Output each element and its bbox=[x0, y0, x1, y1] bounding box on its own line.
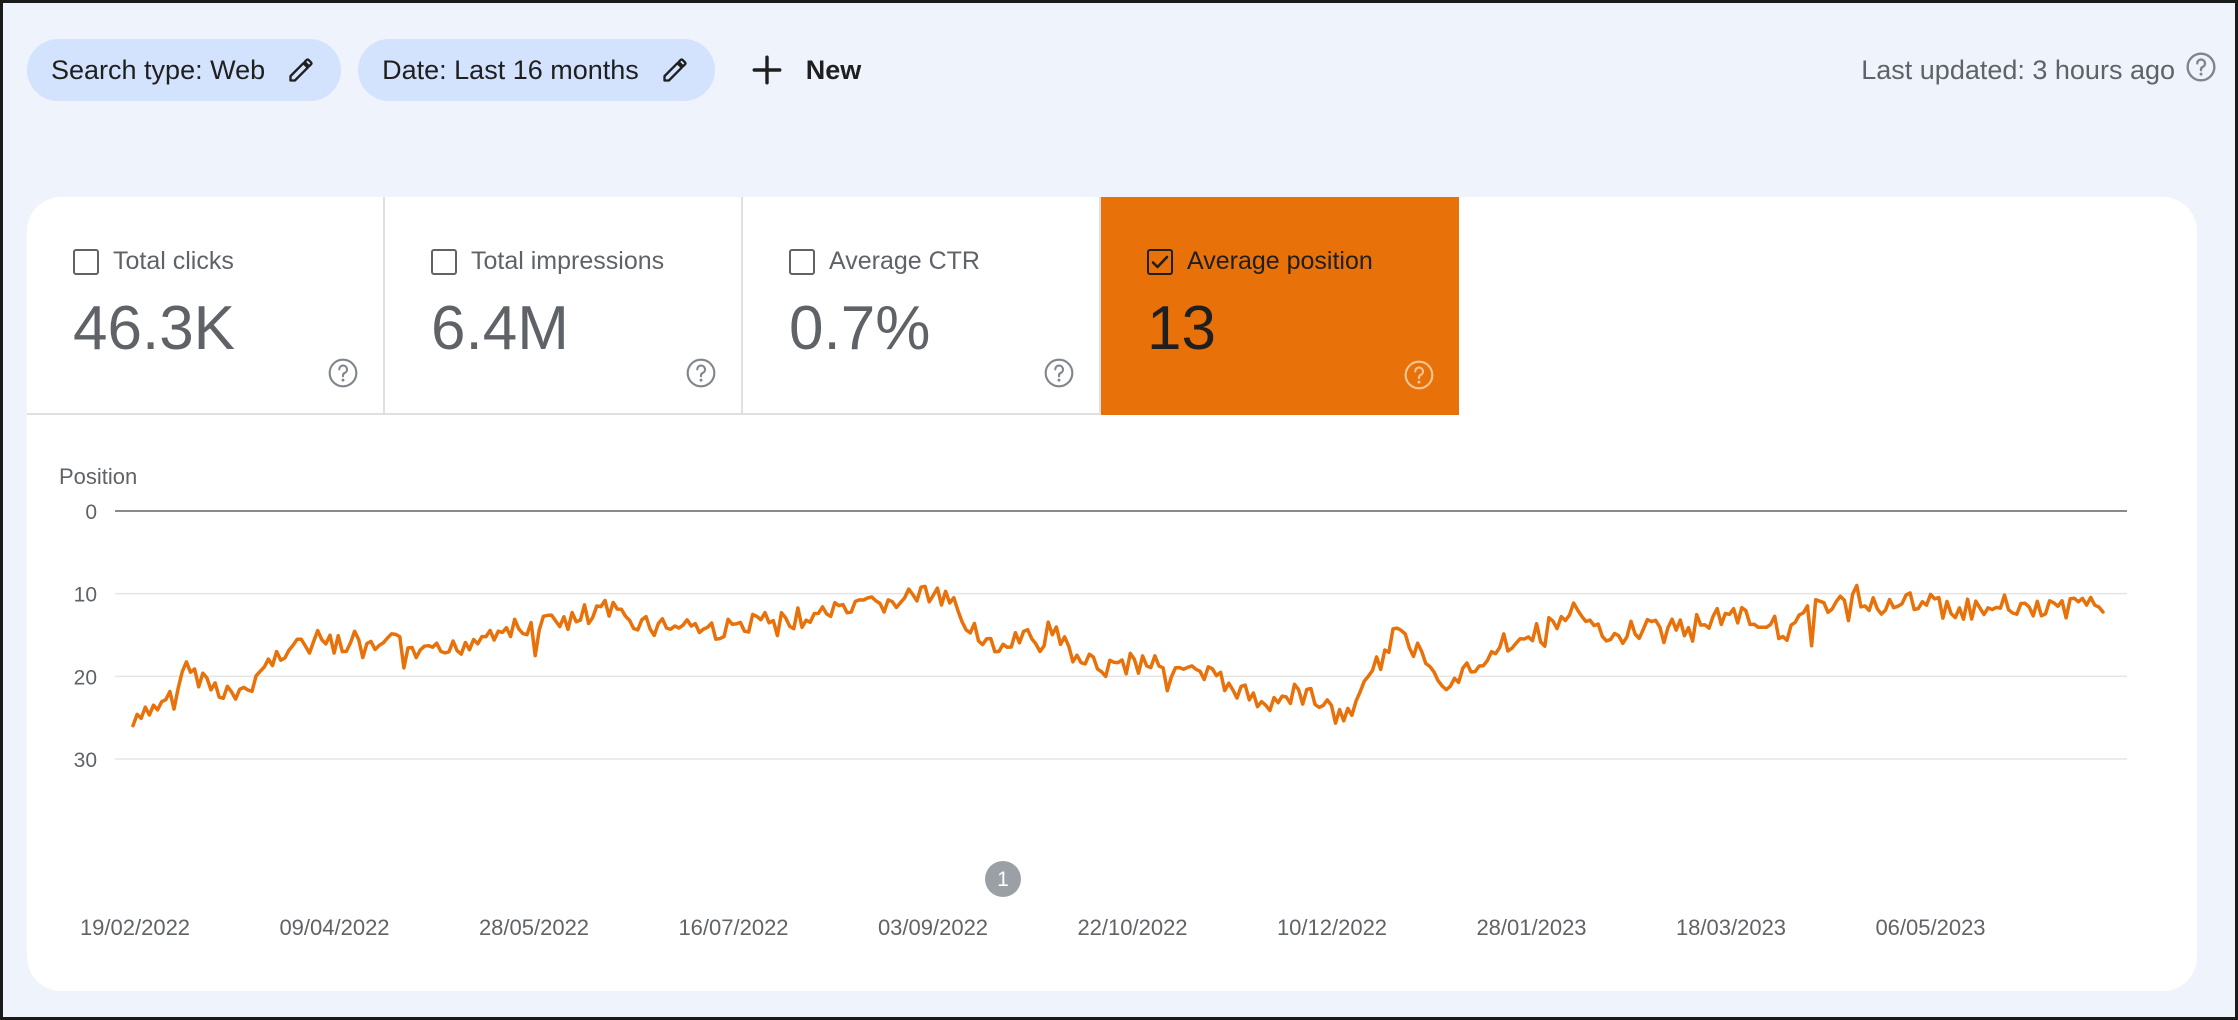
y-tick-label: 20 bbox=[74, 666, 97, 689]
x-tick-label: 22/10/2022 bbox=[1077, 915, 1187, 940]
chart-grid bbox=[115, 510, 2127, 760]
y-tick-label: 0 bbox=[85, 501, 97, 524]
date-range-chip[interactable]: Date: Last 16 months bbox=[358, 39, 715, 101]
x-tick-label: 28/05/2022 bbox=[479, 915, 589, 940]
search-type-chip[interactable]: Search type: Web bbox=[27, 39, 342, 101]
filter-toolbar: Search type: Web Date: Last 16 months Ne… bbox=[27, 39, 879, 101]
app-frame: Search type: Web Date: Last 16 months Ne… bbox=[0, 0, 2238, 1020]
pencil-icon[interactable] bbox=[661, 56, 689, 84]
new-filter-label: New bbox=[805, 54, 862, 85]
x-tick-label: 16/07/2022 bbox=[678, 915, 788, 940]
x-tick-label: 03/09/2022 bbox=[878, 915, 988, 940]
x-tick-label: 10/12/2022 bbox=[1277, 915, 1387, 940]
last-updated-text: Last updated: 3 hours ago bbox=[1861, 54, 2175, 85]
new-filter-button[interactable]: New bbox=[732, 39, 880, 101]
x-tick-label: 28/01/2023 bbox=[1476, 915, 1586, 940]
y-tick-label: 30 bbox=[74, 749, 97, 772]
y-tick-label: 10 bbox=[74, 584, 97, 607]
x-axis-ticks: 19/02/2022 09/04/2022 28/05/2022 16/07/2022… bbox=[80, 915, 1986, 940]
annotation-marker[interactable]: 1 bbox=[985, 861, 1021, 897]
y-axis-label: Position bbox=[59, 464, 137, 489]
x-tick-label: 09/04/2022 bbox=[279, 915, 389, 940]
date-range-chip-label: Date: Last 16 months bbox=[382, 54, 639, 85]
x-tick-label: 06/05/2023 bbox=[1875, 915, 1985, 940]
series-line-average-position[interactable] bbox=[131, 583, 2105, 728]
annotation-label: 1 bbox=[997, 868, 1009, 891]
x-tick-label: 18/03/2023 bbox=[1676, 915, 1786, 940]
position-line-chart: Position 0 10 20 30 19/02/2022 09/04/2022 28/… bbox=[59, 464, 2127, 940]
pencil-icon[interactable] bbox=[287, 56, 315, 84]
last-updated-status: Last updated: 3 hours ago bbox=[1861, 47, 2217, 93]
y-axis-ticks: 0 10 20 30 bbox=[74, 501, 97, 772]
help-icon[interactable] bbox=[2185, 51, 2217, 90]
x-tick-label: 19/02/2022 bbox=[80, 915, 190, 940]
plus-icon bbox=[750, 53, 784, 87]
performance-card: Total clicks 46.3K Total impressions 6.4… bbox=[27, 197, 2197, 991]
search-type-chip-label: Search type: Web bbox=[51, 54, 266, 85]
